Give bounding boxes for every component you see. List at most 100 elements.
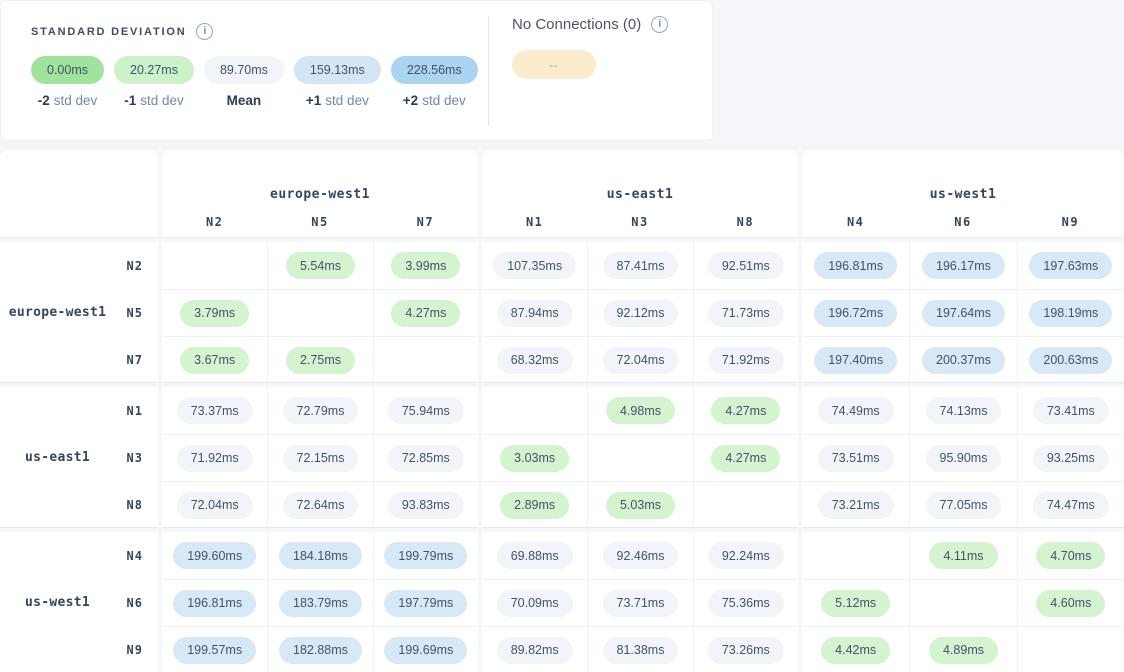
matrix-cell: 2.75ms	[267, 336, 372, 383]
latency-pill[interactable]: 4.70ms	[1036, 542, 1105, 569]
latency-pill[interactable]: 75.94ms	[388, 397, 464, 424]
latency-pill[interactable]: 75.36ms	[708, 590, 784, 617]
latency-pill[interactable]: 4.60ms	[1036, 590, 1105, 617]
latency-pill[interactable]: 4.27ms	[711, 397, 780, 424]
latency-pill[interactable]: 196.81ms	[814, 252, 897, 279]
matrix-cell: 75.94ms	[373, 387, 478, 434]
latency-pill[interactable]: 72.85ms	[388, 445, 464, 472]
latency-pill[interactable]: 5.54ms	[286, 252, 355, 279]
latency-pill[interactable]: 92.24ms	[708, 542, 784, 569]
latency-pill[interactable]: 73.41ms	[1033, 397, 1109, 424]
latency-pill[interactable]: 92.46ms	[603, 542, 679, 569]
latency-pill[interactable]: 199.79ms	[384, 542, 467, 569]
latency-pill[interactable]: 74.47ms	[1033, 492, 1109, 519]
latency-pill[interactable]: 73.21ms	[818, 492, 894, 519]
latency-pill[interactable]: 4.27ms	[711, 445, 780, 472]
latency-pill[interactable]: 72.15ms	[283, 445, 359, 472]
latency-pill[interactable]: 199.60ms	[173, 542, 256, 569]
latency-pill[interactable]: 73.71ms	[603, 590, 679, 617]
latency-pill[interactable]: 71.92ms	[708, 347, 784, 374]
latency-pill[interactable]: 183.79ms	[279, 590, 362, 617]
latency-pill[interactable]: 93.83ms	[388, 492, 464, 519]
latency-pill[interactable]: 81.38ms	[603, 637, 679, 664]
matrix-cell: 200.63ms	[1017, 336, 1124, 383]
latency-pill[interactable]: 200.63ms	[1029, 347, 1112, 374]
latency-pill[interactable]: 197.79ms	[384, 590, 467, 617]
node-column-header: N1	[482, 215, 587, 229]
latency-pill[interactable]: 4.98ms	[606, 397, 675, 424]
col-group-region-label: us-east1	[482, 187, 798, 202]
latency-pill[interactable]: 77.05ms	[926, 492, 1002, 519]
latency-pill[interactable]: 93.25ms	[1033, 445, 1109, 472]
legend-items: 0.00ms-2std dev20.27ms-1std dev89.70msMe…	[31, 56, 488, 108]
latency-pill[interactable]: 73.26ms	[708, 637, 784, 664]
info-icon[interactable]: i	[651, 16, 668, 33]
latency-pill[interactable]: 5.03ms	[606, 492, 675, 519]
latency-pill[interactable]: 87.41ms	[603, 252, 679, 279]
latency-pill[interactable]: 3.67ms	[180, 347, 249, 374]
row-region-label: us-west1	[0, 532, 115, 672]
latency-pill[interactable]: 200.37ms	[922, 347, 1005, 374]
matrix-cell: 73.37ms	[162, 387, 267, 434]
latency-pill[interactable]: 71.73ms	[708, 300, 784, 327]
latency-pill[interactable]: 198.19ms	[1029, 300, 1112, 327]
latency-pill[interactable]: 197.63ms	[1029, 252, 1112, 279]
latency-pill[interactable]: 107.35ms	[493, 252, 576, 279]
latency-pill[interactable]: 3.03ms	[500, 445, 569, 472]
matrix-cell: 92.46ms	[587, 532, 692, 579]
matrix-cell: 197.40ms	[802, 336, 909, 383]
latency-pill[interactable]: 197.40ms	[814, 347, 897, 374]
latency-pill[interactable]: 197.64ms	[922, 300, 1005, 327]
latency-pill[interactable]: 2.89ms	[500, 492, 569, 519]
latency-pill[interactable]: 74.13ms	[926, 397, 1002, 424]
matrix-cell: 199.60ms	[162, 532, 267, 579]
latency-pill[interactable]: 71.92ms	[177, 445, 253, 472]
matrix-cell: 73.51ms	[802, 434, 909, 481]
row-region-label: europe-west1	[0, 242, 115, 382]
latency-pill[interactable]: 196.17ms	[922, 252, 1005, 279]
latency-pill[interactable]: 89.82ms	[497, 637, 573, 664]
latency-pill[interactable]: 87.94ms	[497, 300, 573, 327]
legend-pill: 89.70ms	[204, 56, 284, 84]
latency-pill[interactable]: 73.51ms	[818, 445, 894, 472]
latency-pill[interactable]: 72.79ms	[283, 397, 359, 424]
latency-pill[interactable]: 4.11ms	[929, 542, 997, 569]
latency-pill[interactable]: 3.99ms	[391, 252, 460, 279]
legend-pill-label: Mean	[227, 93, 262, 108]
matrix-cell: 4.11ms	[909, 532, 1016, 579]
latency-pill[interactable]: 95.90ms	[926, 445, 1002, 472]
col-group-header: us-east1N1N3N8	[482, 150, 798, 238]
latency-pill[interactable]: 92.51ms	[708, 252, 784, 279]
latency-pill[interactable]: 2.75ms	[286, 347, 355, 374]
latency-pill[interactable]: 4.42ms	[821, 637, 890, 664]
latency-pill[interactable]: 196.81ms	[173, 590, 256, 617]
matrix-cell: 4.27ms	[373, 289, 478, 336]
legend-item: 0.00ms-2std dev	[31, 56, 104, 108]
latency-pill[interactable]: 5.12ms	[821, 590, 890, 617]
matrix-cell: 197.64ms	[909, 289, 1016, 336]
matrix-cell: 69.88ms	[482, 532, 587, 579]
col-group-region-label: europe-west1	[162, 187, 478, 202]
latency-pill[interactable]: 199.57ms	[173, 637, 256, 664]
latency-pill[interactable]: 73.37ms	[177, 397, 253, 424]
latency-pill[interactable]: 72.64ms	[283, 492, 359, 519]
info-icon[interactable]: i	[196, 23, 213, 40]
matrix-cell	[1017, 626, 1124, 672]
matrix-cell: 197.79ms	[373, 579, 478, 626]
latency-pill[interactable]: 199.69ms	[384, 637, 467, 664]
latency-pill[interactable]: 182.88ms	[279, 637, 362, 664]
latency-pill[interactable]: 4.89ms	[929, 637, 998, 664]
matrix-cell: 182.88ms	[267, 626, 372, 672]
latency-pill[interactable]: 74.49ms	[818, 397, 894, 424]
latency-pill[interactable]: 72.04ms	[177, 492, 253, 519]
latency-pill[interactable]: 4.27ms	[391, 300, 460, 327]
latency-pill[interactable]: 69.88ms	[497, 542, 573, 569]
latency-pill[interactable]: 72.04ms	[603, 347, 679, 374]
latency-pill[interactable]: 184.18ms	[279, 542, 362, 569]
latency-pill[interactable]: 3.79ms	[180, 300, 249, 327]
matrix-corner-spacer	[0, 150, 158, 238]
latency-pill[interactable]: 70.09ms	[497, 590, 573, 617]
latency-pill[interactable]: 92.12ms	[603, 300, 679, 327]
latency-pill[interactable]: 196.72ms	[814, 300, 897, 327]
latency-pill[interactable]: 68.32ms	[497, 347, 573, 374]
